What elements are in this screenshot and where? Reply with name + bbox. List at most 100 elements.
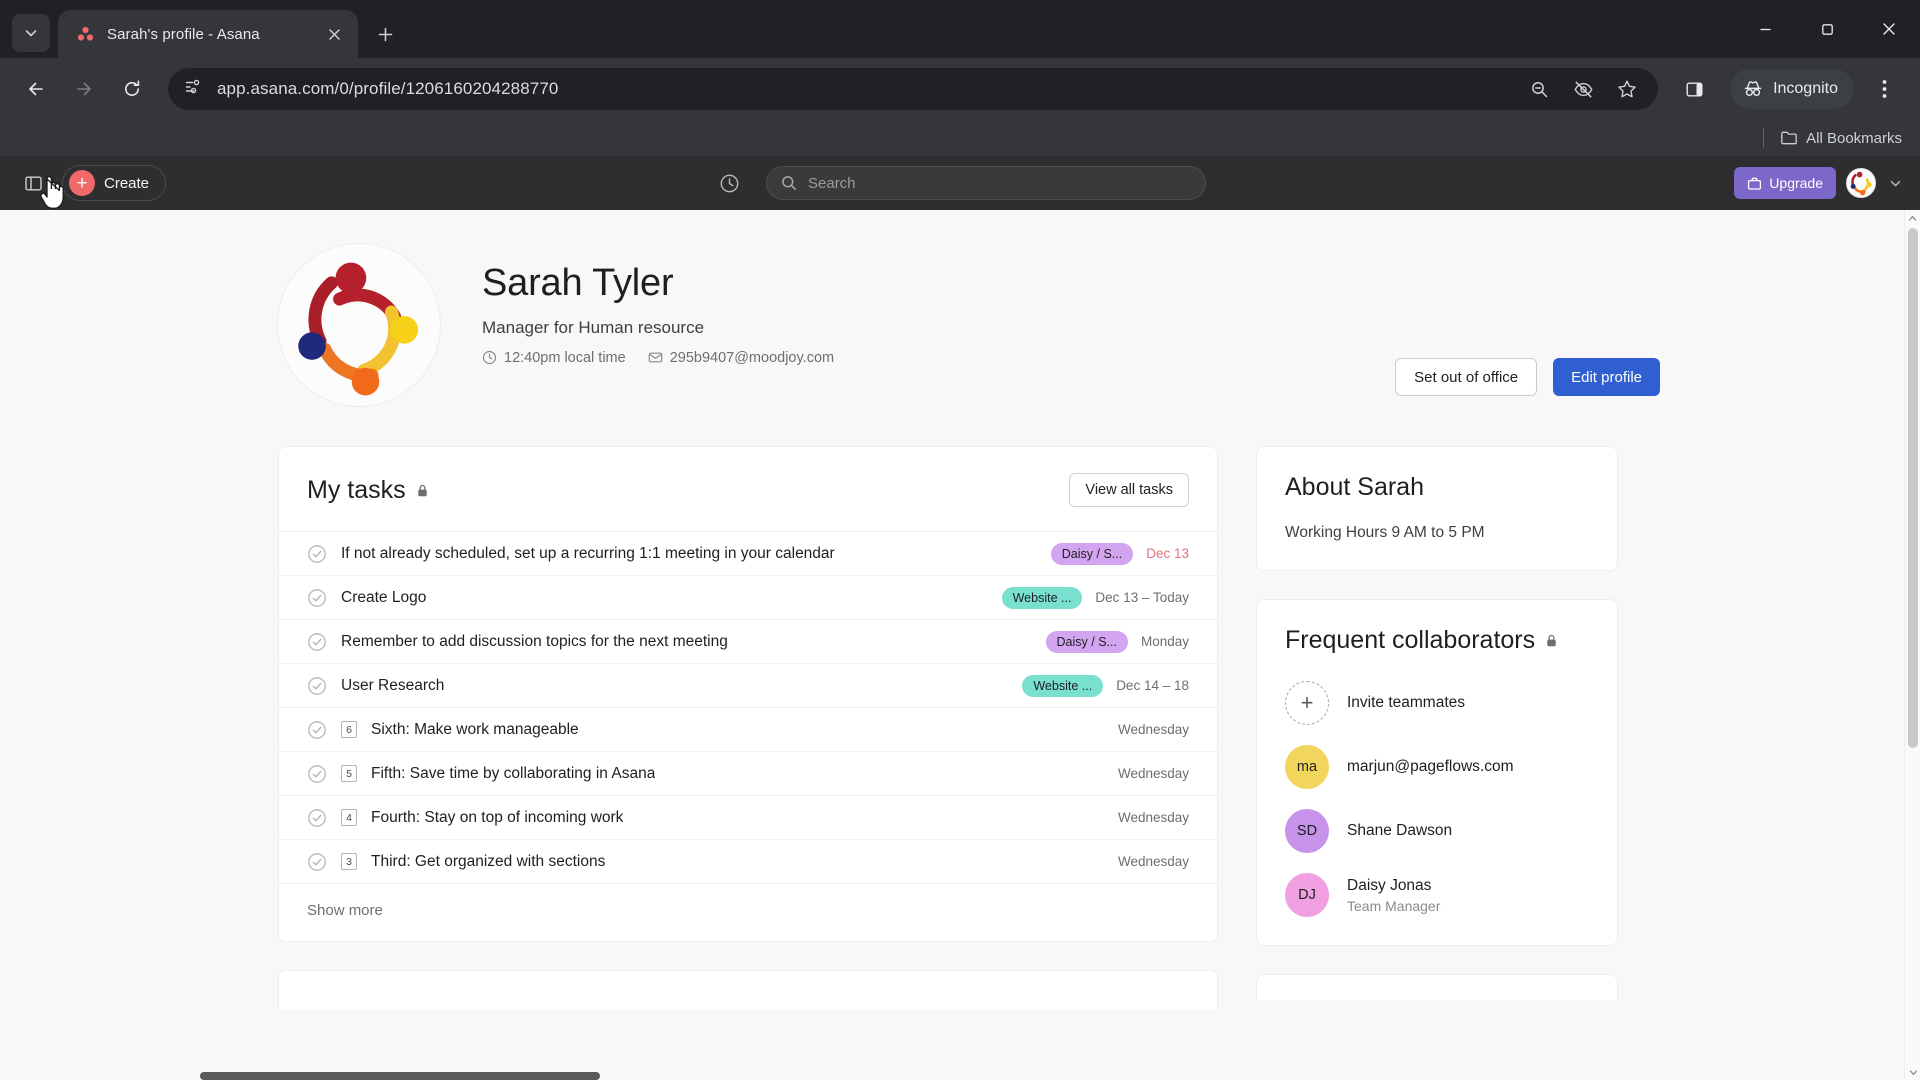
search-icon xyxy=(782,176,796,190)
user-avatar-button[interactable] xyxy=(1846,168,1876,198)
complete-task-icon[interactable] xyxy=(307,544,327,564)
task-complete-checkbox[interactable] xyxy=(307,632,327,652)
task-row[interactable]: Remember to add discussion topics for th… xyxy=(279,620,1217,664)
task-name: Create Logo xyxy=(341,588,427,606)
plus-icon: + xyxy=(1285,681,1329,725)
complete-task-icon[interactable] xyxy=(307,632,327,652)
task-complete-checkbox[interactable] xyxy=(307,852,327,872)
window-controls xyxy=(1734,0,1920,58)
profile-header: Sarah Tyler Manager for Human resource 1… xyxy=(0,210,1920,406)
task-row[interactable]: If not already scheduled, set up a recur… xyxy=(279,532,1217,576)
task-complete-checkbox[interactable] xyxy=(307,676,327,696)
task-complete-checkbox[interactable] xyxy=(307,764,327,784)
task-row[interactable]: Create Logo Website ... Dec 13 – Today xyxy=(279,576,1217,620)
task-complete-checkbox[interactable] xyxy=(307,588,327,608)
forward-arrow-icon xyxy=(77,82,91,96)
profile-avatar[interactable] xyxy=(278,244,440,406)
task-due-date: Monday xyxy=(1140,634,1189,649)
task-complete-checkbox[interactable] xyxy=(307,544,327,564)
collaborator-row[interactable]: ma marjun@pageflows.com xyxy=(1285,745,1589,789)
task-number-badge: 5 xyxy=(341,765,357,782)
close-icon[interactable] xyxy=(322,22,346,46)
sidebar-toggle-button[interactable] xyxy=(16,166,64,209)
minimize-icon[interactable] xyxy=(1734,0,1796,58)
chevron-down-icon xyxy=(25,30,37,37)
back-button[interactable] xyxy=(14,67,58,111)
zoom-out-icon[interactable] xyxy=(1524,74,1554,104)
edit-profile-button[interactable]: Edit profile xyxy=(1553,358,1660,396)
history-button[interactable] xyxy=(714,168,744,198)
task-complete-checkbox[interactable] xyxy=(307,720,327,740)
task-project-pill[interactable]: Daisy / S... xyxy=(1045,630,1128,653)
task-meta: Website ... Dec 14 – 18 xyxy=(1022,674,1189,697)
complete-task-icon[interactable] xyxy=(307,764,327,784)
task-due-date: Wednesday xyxy=(1117,766,1189,781)
scroll-down-arrow-icon[interactable] xyxy=(1905,1064,1920,1080)
side-panel-button[interactable] xyxy=(1672,67,1716,111)
next-side-card-partial xyxy=(1256,974,1618,1000)
browser-tab[interactable]: Sarah's profile - Asana xyxy=(58,10,358,58)
my-tasks-title-group: My tasks xyxy=(307,476,430,505)
working-hours-text: Working Hours 9 AM to 5 PM xyxy=(1285,524,1485,541)
complete-task-icon[interactable] xyxy=(307,808,327,828)
task-row[interactable]: 3 Third: Get organized with sections Wedne… xyxy=(279,840,1217,884)
upgrade-button[interactable]: Upgrade xyxy=(1734,167,1836,199)
view-all-tasks-button[interactable]: View all tasks xyxy=(1069,473,1189,507)
task-row[interactable]: 6 Sixth: Make work manageable Wednesday xyxy=(279,708,1217,752)
vertical-scrollbar[interactable] xyxy=(1904,210,1920,1080)
tab-search-button[interactable] xyxy=(12,14,50,52)
address-bar[interactable]: app.asana.com/0/profile/1206160204288770 xyxy=(168,68,1659,110)
task-project-pill[interactable]: Daisy / S... xyxy=(1050,542,1134,565)
tab-strip: Sarah's profile - Asana xyxy=(0,0,1920,58)
incognito-icon xyxy=(1744,81,1762,97)
complete-task-icon[interactable] xyxy=(307,588,327,608)
complete-task-icon[interactable] xyxy=(307,852,327,872)
task-meta: Wednesday xyxy=(1118,766,1189,781)
eye-off-icon[interactable] xyxy=(1568,74,1598,104)
profile-meta: Sarah Tyler Manager for Human resource 1… xyxy=(440,244,834,406)
task-meta: Wednesday xyxy=(1118,722,1189,737)
bookmarks-divider xyxy=(1763,128,1765,148)
collaborator-row[interactable]: SD Shane Dawson xyxy=(1285,809,1589,853)
reload-button[interactable] xyxy=(110,67,154,111)
star-icon[interactable] xyxy=(1612,74,1642,104)
account-menu-caret[interactable] xyxy=(1886,174,1904,192)
task-complete-checkbox[interactable] xyxy=(307,808,327,828)
maximize-icon[interactable] xyxy=(1796,0,1858,58)
show-more-button[interactable]: Show more xyxy=(279,884,1217,941)
topbar-right-group: Upgrade xyxy=(1734,167,1904,199)
new-tab-button[interactable] xyxy=(368,17,402,51)
complete-task-icon[interactable] xyxy=(307,720,327,740)
collaborators-title-group: Frequent collaborators xyxy=(1285,626,1589,655)
search-bar[interactable] xyxy=(766,166,1206,200)
invite-teammates-row[interactable]: + Invite teammates xyxy=(1285,681,1589,725)
task-project-pill[interactable]: Website ... xyxy=(1001,586,1083,609)
clock-history-icon xyxy=(720,174,738,192)
asana-icon xyxy=(76,25,95,44)
complete-task-icon[interactable] xyxy=(307,676,327,696)
task-row[interactable]: 4 Fourth: Stay on top of incoming work Wed… xyxy=(279,796,1217,840)
briefcase-icon xyxy=(1748,177,1762,190)
create-button[interactable]: + Create xyxy=(62,165,167,201)
scroll-up-arrow-icon[interactable] xyxy=(1905,210,1920,226)
clock-icon xyxy=(482,351,497,365)
collaborator-row[interactable]: DJ Daisy Jonas Team Manager xyxy=(1285,873,1589,917)
window-close-icon[interactable] xyxy=(1858,0,1920,58)
task-row[interactable]: User Research Website ... Dec 14 – 18 xyxy=(279,664,1217,708)
incognito-indicator[interactable]: Incognito xyxy=(1730,69,1854,109)
forward-button[interactable] xyxy=(62,67,106,111)
page-title: Sarah Tyler xyxy=(482,262,674,304)
local-time: 12:40pm local time xyxy=(482,350,626,366)
all-bookmarks-button[interactable]: All Bookmarks xyxy=(1780,129,1902,147)
page-info-icon[interactable] xyxy=(184,77,203,101)
task-row[interactable]: 5 Fifth: Save time by collaborating in As… xyxy=(279,752,1217,796)
profile-actions: Set out of office Edit profile xyxy=(1395,358,1660,396)
browser-menu-button[interactable] xyxy=(1862,67,1906,111)
scrollbar-thumb[interactable] xyxy=(1908,228,1918,748)
set-out-of-office-button[interactable]: Set out of office xyxy=(1395,358,1538,396)
search-input[interactable] xyxy=(808,174,1191,192)
envelope-icon xyxy=(648,352,663,363)
incognito-label: Incognito xyxy=(1773,80,1838,97)
task-project-pill[interactable]: Website ... xyxy=(1022,674,1104,697)
horizontal-scrollbar-thumb[interactable] xyxy=(200,1072,600,1080)
